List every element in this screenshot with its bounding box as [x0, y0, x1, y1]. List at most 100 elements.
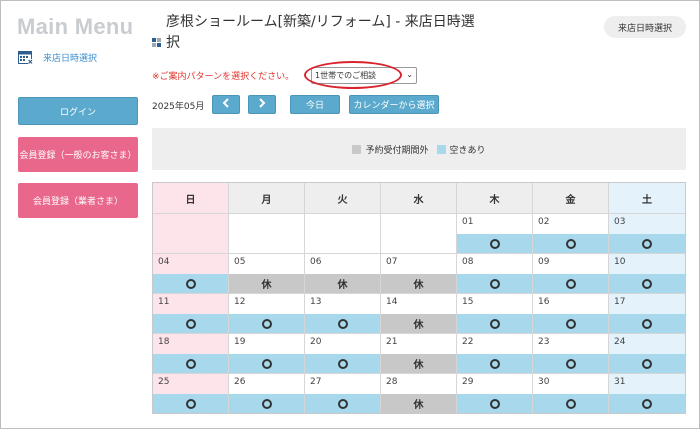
- available-circle-icon: [185, 398, 196, 409]
- available-slot[interactable]: [305, 314, 380, 333]
- available-circle-icon: [261, 358, 272, 369]
- day-number: 14: [386, 297, 398, 307]
- day-cell: 21 休: [381, 333, 457, 373]
- available-circle-icon: [642, 238, 652, 249]
- day-number: 04: [158, 257, 170, 267]
- day-cell: 22: [457, 333, 533, 373]
- calendar-grid-icon: [18, 50, 33, 65]
- day-cell: 10: [609, 253, 685, 293]
- available-slot[interactable]: [533, 354, 608, 373]
- day-cell: 14 休: [381, 293, 457, 333]
- available-circle-icon: [565, 238, 576, 249]
- available-circle-icon: [642, 278, 652, 289]
- legend-item-available: 空きあり: [436, 143, 486, 156]
- current-step-badge: 来店日時選択: [604, 16, 686, 38]
- prev-month-button[interactable]: [212, 95, 240, 114]
- available-circle-icon: [337, 398, 348, 409]
- day-number: 13: [310, 297, 322, 307]
- sidebar-item-label: 来店日時選択: [43, 54, 98, 64]
- chevron-down-icon: ⌄: [406, 70, 413, 79]
- available-slot[interactable]: [609, 354, 685, 373]
- day-cell: 23: [533, 333, 609, 373]
- register-business-button[interactable]: 会員登録（業者さま）: [18, 183, 138, 218]
- day-number: 20: [310, 337, 322, 347]
- empty-day-cell: [153, 213, 229, 253]
- select-from-calendar-button[interactable]: カレンダーから選択: [349, 95, 439, 114]
- day-cell: 24: [609, 333, 685, 373]
- day-number: 01: [462, 217, 474, 227]
- available-slot[interactable]: [305, 394, 380, 413]
- available-slot[interactable]: [153, 354, 228, 373]
- available-slot[interactable]: [229, 314, 304, 333]
- register-general-button[interactable]: 会員登録（一般のお客さま）: [18, 137, 138, 172]
- today-button[interactable]: 今日: [290, 95, 340, 114]
- login-button[interactable]: ログイン: [18, 97, 138, 125]
- pattern-select[interactable]: 1世帯でのご相談 ⌄: [311, 67, 417, 84]
- day-number: 09: [538, 257, 550, 267]
- calendar: 日月火水木金土 01 02 03 04 05 休 06 休 07 休 08 09 10 11 12 13 14 休…: [152, 182, 686, 414]
- day-cell: 19: [229, 333, 305, 373]
- available-circle-icon: [565, 358, 576, 369]
- legend-outside-label: 予約受付期間外: [365, 145, 429, 156]
- available-circle-icon: [489, 318, 500, 329]
- day-number: 08: [462, 257, 474, 267]
- day-cell: 04: [153, 253, 229, 293]
- day-cell: 16: [533, 293, 609, 333]
- day-cell: 31: [609, 373, 685, 413]
- day-cell: 06 休: [305, 253, 381, 293]
- weekday-header: 金: [533, 183, 609, 213]
- available-slot[interactable]: [457, 234, 532, 253]
- weekday-header: 月: [229, 183, 305, 213]
- closed-slot: 休: [305, 274, 380, 293]
- day-number: 17: [614, 297, 626, 307]
- available-slot[interactable]: [457, 354, 532, 373]
- available-slot[interactable]: [305, 354, 380, 373]
- available-circle-icon: [565, 318, 576, 329]
- available-slot[interactable]: [609, 234, 685, 253]
- day-number: 30: [538, 377, 550, 387]
- available-slot[interactable]: [533, 274, 608, 293]
- closed-slot: 休: [381, 314, 456, 333]
- sidebar-item-visit-datetime[interactable]: 来店日時選択: [18, 50, 97, 65]
- weekday-header: 日: [153, 183, 229, 213]
- closed-slot: 休: [381, 394, 456, 413]
- available-slot[interactable]: [457, 314, 532, 333]
- available-slot[interactable]: [457, 394, 532, 413]
- day-number: 21: [386, 337, 398, 347]
- available-slot[interactable]: [457, 274, 532, 293]
- available-slot[interactable]: [153, 394, 228, 413]
- day-cell: 29: [457, 373, 533, 413]
- available-slot[interactable]: [153, 314, 228, 333]
- empty-day-cell: [229, 213, 305, 253]
- day-number: 03: [614, 217, 626, 227]
- current-month: 2025年05月: [152, 102, 205, 112]
- closed-slot: 休: [381, 274, 456, 293]
- available-circle-icon: [337, 318, 348, 329]
- day-number: 12: [234, 297, 246, 307]
- available-slot[interactable]: [533, 394, 608, 413]
- legend: 予約受付期間外 空きあり: [152, 128, 686, 170]
- day-number: 27: [310, 377, 322, 387]
- day-number: 18: [158, 337, 170, 347]
- available-circle-icon: [565, 278, 576, 289]
- available-circle-icon: [642, 398, 652, 409]
- available-circle-icon: [489, 358, 500, 369]
- available-slot[interactable]: [609, 274, 685, 293]
- weekday-header: 水: [381, 183, 457, 213]
- day-cell: 12: [229, 293, 305, 333]
- available-slot[interactable]: [533, 314, 608, 333]
- pattern-select-value: 1世帯でのご相談: [315, 71, 377, 80]
- available-slot[interactable]: [609, 314, 685, 333]
- day-number: 16: [538, 297, 550, 307]
- chevron-left-icon: [222, 98, 230, 111]
- available-slot[interactable]: [229, 354, 304, 373]
- available-slot[interactable]: [229, 394, 304, 413]
- available-slot[interactable]: [153, 274, 228, 293]
- next-month-button[interactable]: [248, 95, 276, 114]
- day-cell: 18: [153, 333, 229, 373]
- day-cell: 17: [609, 293, 685, 333]
- available-slot[interactable]: [609, 394, 685, 413]
- available-slot[interactable]: [533, 234, 608, 253]
- day-cell: 20: [305, 333, 381, 373]
- day-number: 31: [614, 377, 626, 387]
